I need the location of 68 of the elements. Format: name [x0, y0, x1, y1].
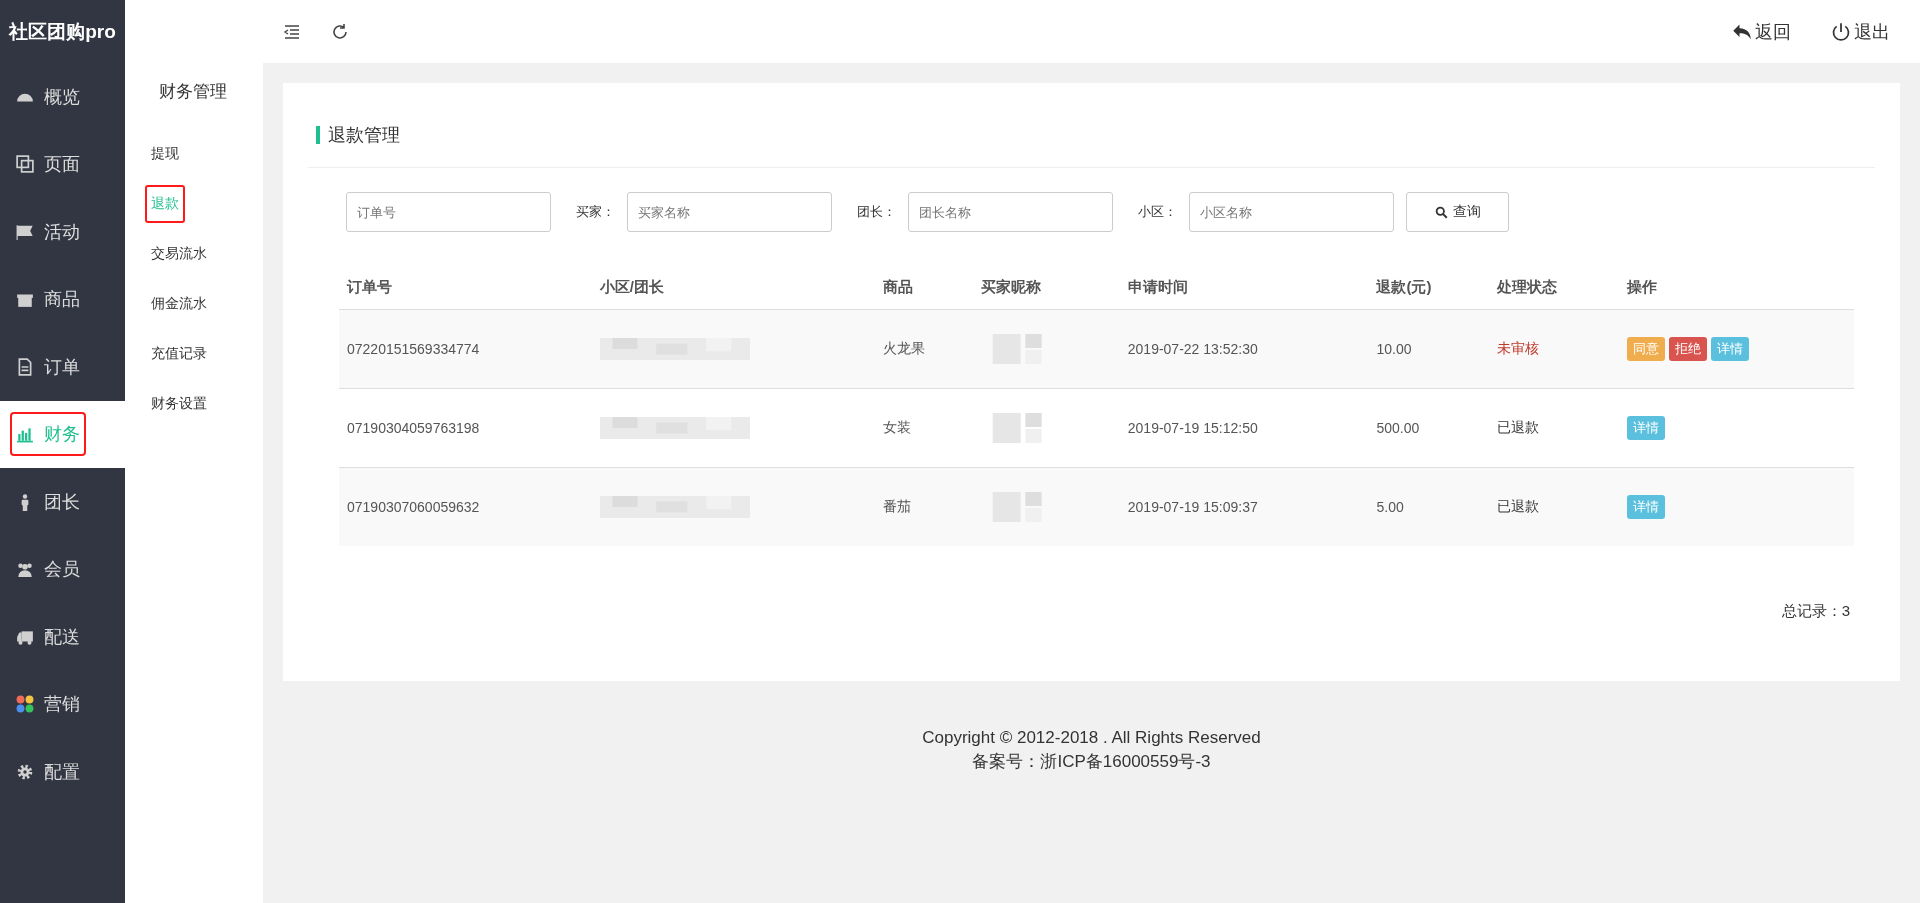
total-label: 总记录： [1781, 602, 1842, 621]
submenu-item[interactable]: 充值记录 [145, 335, 213, 373]
table-cell: 10.00 [1376, 341, 1412, 357]
reject-button[interactable]: 拒绝 [1668, 337, 1707, 361]
nav-item[interactable]: 商品 [0, 265, 125, 333]
menu-icon[interactable] [283, 22, 301, 41]
nav-item[interactable]: 配置 [0, 738, 125, 806]
column-header: 处理状态 [1497, 278, 1558, 295]
submenu-item[interactable]: 佣金流水 [145, 285, 213, 323]
column-header: 申请时间 [1127, 278, 1188, 295]
nav-item[interactable]: 活动 [0, 198, 125, 266]
page-title: 退款管理 [328, 124, 400, 147]
submenu-item[interactable]: 提现 [145, 135, 185, 173]
gear-icon [16, 762, 34, 781]
chart-icon [16, 425, 34, 444]
table-cell: 火龙果 [882, 340, 925, 356]
table-cell: 番茄 [882, 498, 911, 514]
dots-icon [16, 695, 34, 714]
submenu-item[interactable]: 交易流水 [145, 235, 213, 273]
file-icon [16, 357, 34, 376]
nav-item[interactable]: 营销 [0, 670, 125, 738]
footer-text: 备案号：浙ICP备16000559号-3 [971, 751, 1212, 773]
flag-icon [16, 222, 34, 241]
table-cell: 500.00 [1376, 420, 1420, 436]
column-header: 买家昵称 [981, 278, 1042, 295]
status-text: 已退款 [1497, 498, 1540, 514]
footer-text: Copyright © 2012-2018 . All Rights Reserved [921, 727, 1262, 749]
filter-label: 团长： [857, 203, 896, 221]
accent-bar [316, 126, 320, 144]
status-text: 未审核 [1497, 340, 1540, 356]
column-header: 商品 [882, 278, 913, 295]
pages-icon [16, 155, 34, 174]
filter-label: 小区： [1138, 203, 1177, 221]
section-title: 财务管理 [158, 81, 228, 103]
total-count: 3 [1841, 602, 1850, 621]
status-text: 已退款 [1497, 419, 1540, 435]
users-icon [16, 560, 34, 579]
nav-item[interactable]: 概览 [0, 63, 125, 131]
nav-item[interactable]: 团长 [0, 468, 125, 536]
search-field[interactable]: 小区名称 [1189, 192, 1394, 232]
search-button[interactable]: 查询 [1406, 192, 1509, 232]
nav-item[interactable]: 配送 [0, 603, 125, 671]
table-cell: 2019-07-19 15:12:50 [1127, 420, 1258, 436]
nav-item[interactable]: 页面 [0, 130, 125, 198]
table-cell: 2019-07-22 13:52:30 [1127, 341, 1258, 357]
table-cell: 5.00 [1376, 499, 1404, 515]
brand-logo: 社区团购pro [7, 20, 117, 44]
table-cell: 07220151569334774 [347, 341, 480, 357]
column-header: 订单号 [347, 278, 392, 295]
table-cell: 女装 [882, 419, 911, 435]
search-icon [1434, 205, 1448, 219]
refresh-icon[interactable] [331, 22, 349, 41]
search-field[interactable]: 团长名称 [908, 192, 1113, 232]
table-cell: 07190307060059632 [347, 499, 480, 515]
nav-item[interactable]: 会员 [0, 535, 125, 603]
nav-item[interactable]: 订单 [0, 333, 125, 401]
column-header: 操作 [1626, 278, 1657, 295]
column-header: 小区/团长 [599, 278, 664, 295]
power-icon [1831, 21, 1851, 42]
logout-button[interactable]: 退出 [1831, 19, 1890, 44]
table-cell: 07190304059763198 [347, 420, 480, 436]
column-header: 退款(元) [1376, 278, 1432, 295]
filter-label: 买家： [576, 203, 615, 221]
search-field[interactable]: 买家名称 [627, 192, 832, 232]
back-button[interactable]: 返回 [1732, 19, 1791, 44]
table-cell: 2019-07-19 15:09:37 [1127, 499, 1258, 515]
search-field[interactable]: 订单号 [346, 192, 551, 232]
submenu-item[interactable]: 财务设置 [145, 385, 213, 423]
